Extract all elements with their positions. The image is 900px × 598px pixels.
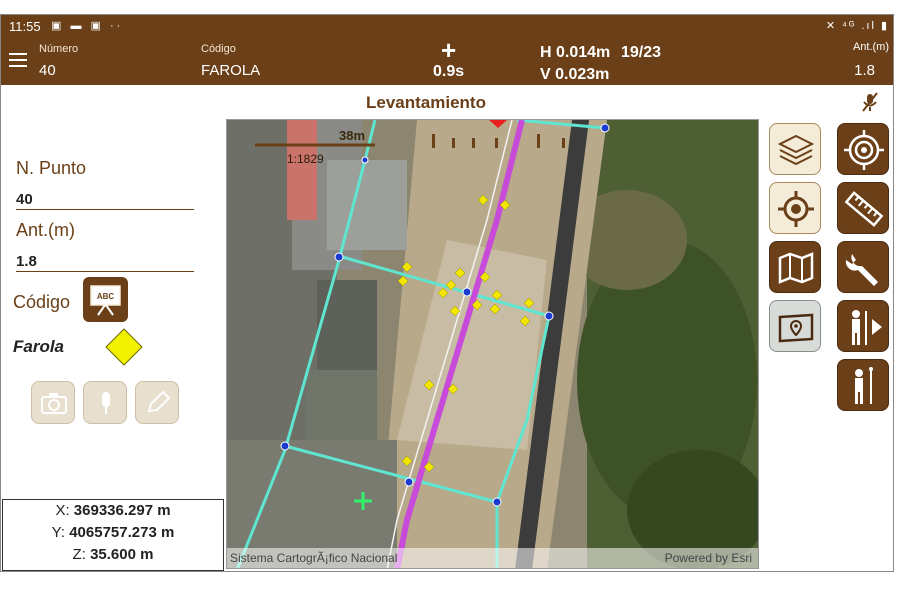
my-location-button[interactable]	[769, 182, 821, 234]
antenna-value: 1.8	[854, 62, 875, 79]
microphone-off-icon[interactable]	[859, 91, 881, 113]
location-target-icon	[778, 191, 814, 227]
map-view-button[interactable]	[769, 241, 821, 293]
wrench-icon	[845, 254, 878, 286]
aerial-map-canvas[interactable]	[227, 120, 759, 569]
code-name: Farola	[13, 337, 65, 356]
horizontal-precision: H 0.014m	[540, 44, 611, 61]
map-pin-icon	[778, 313, 814, 343]
yellow-diamond-icon	[105, 328, 143, 366]
coordinates-readout: X: 369336.297 m Y: 4065757.273 m Z: 35.6…	[2, 499, 224, 571]
n-punto-label: N. Punto	[16, 158, 87, 178]
crosshair-plus-icon: +	[441, 35, 457, 65]
top-bar: 11:55 ▣ ▬ ▣ ·· ✕ ⁴ᴳ .ıl ▮ Número 40 Códi…	[1, 15, 893, 85]
vertical-precision: V 0.023m	[540, 66, 610, 83]
satellite-count: 19/23	[621, 44, 662, 61]
attribution-esri[interactable]: Powered by Esri	[665, 551, 752, 565]
status-notification-icons: ▣ ▬ ▣ ··	[51, 20, 124, 32]
map-scale-label: 38m	[339, 128, 366, 143]
antenna-height-label: Ant.(m)	[16, 220, 76, 240]
layers-button[interactable]	[769, 123, 821, 175]
camera-icon	[41, 393, 67, 414]
pencil-icon	[147, 390, 171, 413]
surveyor-arrow-icon	[852, 310, 882, 345]
status-time: 11:55	[9, 19, 41, 34]
basemap-location-button[interactable]	[769, 300, 821, 352]
code-picker-button[interactable]: ABC	[83, 277, 128, 322]
measure-button[interactable]	[837, 182, 889, 234]
surveyor-pole-icon	[855, 367, 873, 404]
stakeout-button[interactable]	[837, 300, 889, 352]
map-scale-ratio: 1:1829	[287, 152, 324, 166]
presentation-board-icon: ABC	[90, 285, 121, 316]
n-punto-field[interactable]: 40	[16, 191, 194, 210]
map-view[interactable]: 38m 1:1829 Sistema CartogrÃ¡fico Naciona…	[226, 119, 759, 569]
x-coordinate: X: 369336.297 m	[55, 502, 171, 519]
code-icon-text: ABC	[97, 292, 115, 301]
codigo-value: FAROLA	[201, 62, 261, 79]
crosshair-target-icon	[844, 130, 884, 170]
microphone-icon	[102, 392, 110, 414]
microphone-button[interactable]	[83, 381, 127, 424]
camera-button[interactable]	[31, 381, 75, 424]
antenna-label: Ant.(m)	[852, 41, 889, 53]
numero-label: Número	[39, 43, 79, 55]
gnss-target-button[interactable]	[837, 123, 889, 175]
page-title: Levantamiento	[366, 93, 486, 112]
edit-note-button[interactable]	[135, 381, 179, 424]
antenna-height-field[interactable]: 1.8	[16, 253, 194, 272]
map-attribution-bar: Sistema CartogrÃ¡fico Nacional Powered b…	[227, 548, 758, 568]
codigo-form-label: Código	[13, 292, 71, 312]
status-system-icons: ✕ ⁴ᴳ .ıl ▮	[825, 20, 889, 32]
attribution-source: Sistema CartogrÃ¡fico Nacional	[230, 551, 398, 565]
z-coordinate: Z: 35.600 m	[72, 546, 154, 563]
numero-value: 40	[39, 62, 56, 79]
y-coordinate: Y: 4065757.273 m	[51, 524, 175, 541]
folded-map-icon	[778, 252, 814, 284]
hamburger-menu-icon[interactable]	[9, 53, 27, 67]
latency-value: 0.9s	[433, 63, 465, 80]
codigo-label: Código	[201, 43, 236, 55]
ruler-icon	[844, 191, 884, 227]
layers-icon	[777, 134, 815, 166]
survey-point-button[interactable]	[837, 359, 889, 411]
app-frame: 11:55 ▣ ▬ ▣ ·· ✕ ⁴ᴳ .ıl ▮ Número 40 Códi…	[0, 14, 894, 572]
tools-button[interactable]	[837, 241, 889, 293]
